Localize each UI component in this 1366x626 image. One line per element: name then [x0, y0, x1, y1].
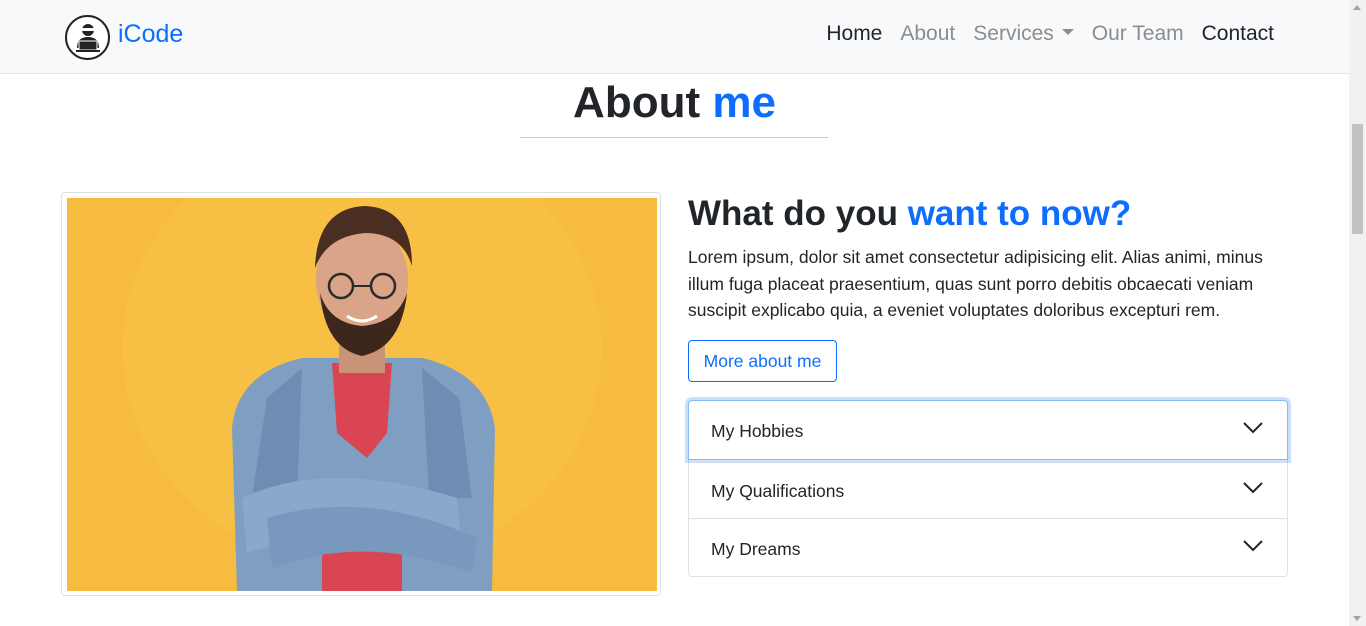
brand-name: iCode — [118, 20, 184, 48]
navbar: iCode Home About Services Our Team Conta… — [0, 0, 1349, 74]
profile-image-card — [61, 192, 661, 596]
more-about-me-button[interactable]: More about me — [688, 340, 837, 382]
title-divider — [520, 137, 828, 138]
page-scrollbar[interactable] — [1349, 0, 1366, 626]
scroll-up-arrow-icon[interactable] — [1353, 5, 1361, 10]
chevron-down-icon — [1243, 422, 1263, 434]
nav-home[interactable]: Home — [826, 22, 882, 46]
content-heading: What do you want to now? — [688, 194, 1131, 234]
accordion-item-hobbies[interactable]: My Hobbies — [688, 400, 1288, 460]
scroll-down-arrow-icon[interactable] — [1353, 616, 1361, 621]
nav-services-label: Services — [973, 22, 1054, 45]
nav-menu: Home About Services Our Team Contact — [808, 22, 1274, 46]
accordion: My Hobbies My Qualifications My Dreams — [688, 400, 1288, 577]
accordion-item-label: My Hobbies — [711, 421, 804, 441]
intro-paragraph: Lorem ipsum, dolor sit amet consectetur … — [688, 247, 1263, 320]
scrollbar-thumb[interactable] — [1352, 124, 1363, 234]
section-title: About me — [0, 78, 1349, 128]
profile-photo — [67, 198, 657, 591]
nav-about[interactable]: About — [900, 22, 955, 46]
section-title-accent: me — [712, 78, 776, 127]
nav-services-dropdown[interactable]: Services — [973, 22, 1074, 46]
section-title-main: About — [573, 78, 701, 127]
caret-down-icon — [1061, 29, 1074, 35]
chevron-down-icon — [1243, 482, 1263, 494]
nav-contact[interactable]: Contact — [1202, 22, 1274, 46]
accordion-item-dreams[interactable]: My Dreams — [689, 518, 1287, 576]
accordion-item-qualifications[interactable]: My Qualifications — [689, 460, 1287, 518]
content-heading-accent: want to now? — [907, 194, 1132, 233]
accordion-item-label: My Qualifications — [711, 481, 845, 501]
nav-our-team[interactable]: Our Team — [1092, 22, 1184, 46]
coder-logo-icon — [65, 15, 110, 60]
accordion-item-label: My Dreams — [711, 539, 801, 559]
chevron-down-icon — [1243, 540, 1263, 552]
brand-link[interactable]: iCode — [65, 15, 183, 60]
content-heading-main: What do you — [688, 194, 898, 233]
